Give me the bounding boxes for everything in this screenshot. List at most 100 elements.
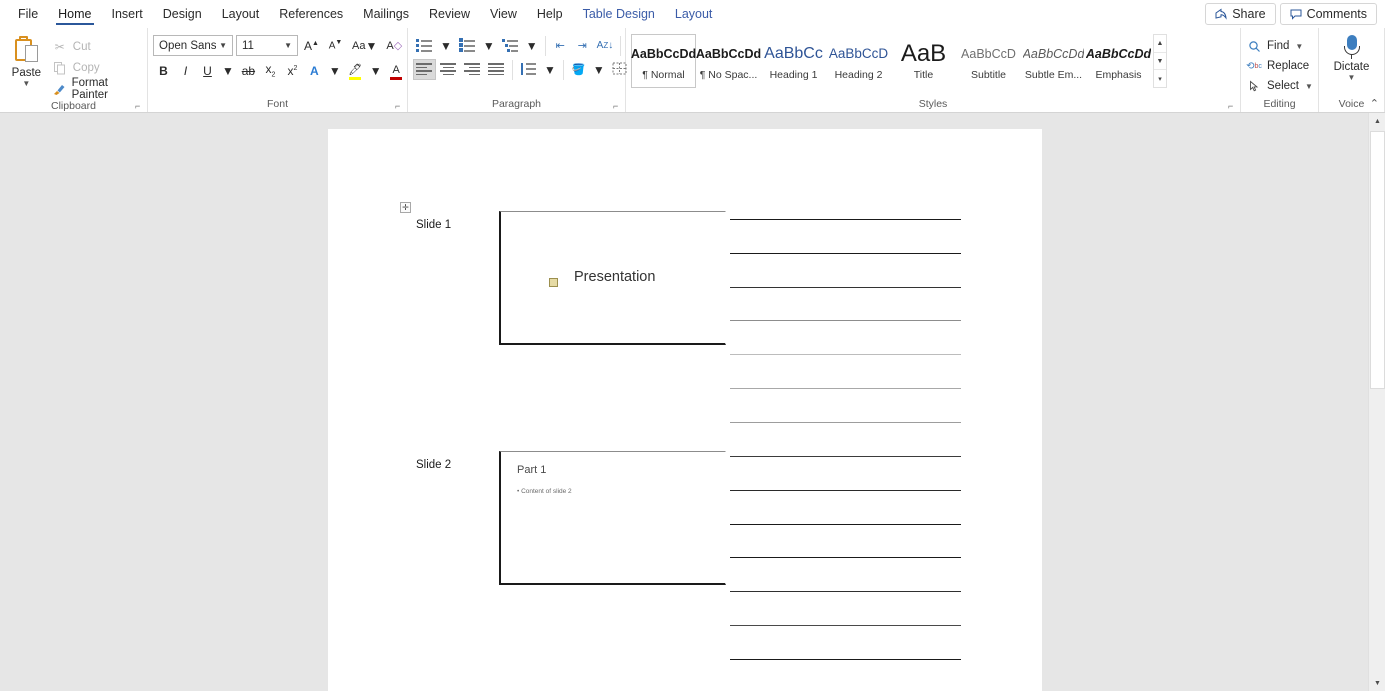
line-spacing-chevron-down-icon[interactable]: ▼ [541,59,559,80]
vertical-scrollbar[interactable]: ▲ ▼ [1368,113,1385,691]
note-line[interactable] [730,253,961,254]
paste-chevron-down-icon[interactable]: ▼ [22,80,30,88]
tab-home[interactable]: Home [48,0,101,28]
collapse-ribbon-icon[interactable]: ⌃ [1370,97,1379,110]
paragraph-dialog-launcher-icon[interactable]: ⌐ [613,101,623,111]
text-effects-button[interactable]: A [304,60,325,81]
styles-gallery-scrollbar[interactable]: ▲ ▼ ▾ [1153,34,1167,88]
font-name-combobox[interactable]: Open Sans ▼ [153,35,233,56]
note-line[interactable] [730,591,961,592]
numbering-chevron-down-icon[interactable]: ▼ [480,35,498,56]
cut-button[interactable]: ✂ Cut [52,37,142,56]
styles-more-icon[interactable]: ▾ [1154,70,1166,87]
text-effects-chevron-down-icon[interactable]: ▼ [326,60,344,81]
share-button[interactable]: Share [1205,3,1275,25]
note-line[interactable] [730,354,961,355]
note-line[interactable] [730,287,961,288]
style-heading-1[interactable]: AaBbCc Heading 1 [761,34,826,88]
multilevel-list-button[interactable] [499,35,522,56]
table-move-handle-icon[interactable]: ✛ [400,202,411,213]
sort-button[interactable]: AZ↓ [594,35,617,56]
note-line[interactable] [730,456,961,457]
tab-review[interactable]: Review [419,0,480,28]
tab-references[interactable]: References [269,0,353,28]
shrink-font-button[interactable]: A▼ [325,35,346,56]
bold-button[interactable]: B [153,60,174,81]
decrease-indent-button[interactable]: ⇤ [550,35,571,56]
superscript-button[interactable]: x2 [282,60,303,81]
paste-button[interactable]: Paste ▼ [5,34,48,98]
style-emphasis[interactable]: AaBbCcDd Emphasis [1086,34,1151,88]
note-line[interactable] [730,388,961,389]
style-normal[interactable]: AaBbCcDd ¶ Normal [631,34,696,88]
note-line[interactable] [730,422,961,423]
align-right-button[interactable] [461,59,484,80]
tab-table-layout[interactable]: Layout [665,0,723,28]
tab-table-design[interactable]: Table Design [573,0,665,28]
vertical-scroll-thumb[interactable] [1370,131,1385,389]
tab-help[interactable]: Help [527,0,573,28]
font-size-combobox[interactable]: 11 ▼ [236,35,298,56]
scroll-down-icon[interactable]: ▼ [1154,53,1166,71]
find-button[interactable]: Find ▼ [1246,36,1303,56]
style-subtitle[interactable]: AaBbCcD Subtitle [956,34,1021,88]
bullets-chevron-down-icon[interactable]: ▼ [437,35,455,56]
scroll-up-arrow-icon[interactable]: ▲ [1369,113,1385,130]
numbering-button[interactable] [456,35,479,56]
tab-file[interactable]: File [8,0,48,28]
dictate-chevron-down-icon[interactable]: ▼ [1348,74,1356,82]
select-button[interactable]: Select ▼ [1246,76,1313,96]
font-color-button[interactable]: A [386,60,407,81]
clipboard-dialog-launcher-icon[interactable]: ⌐ [135,101,145,111]
note-line[interactable] [730,524,961,525]
tab-layout[interactable]: Layout [212,0,270,28]
text-highlight-button[interactable]: 🖊 [345,60,366,81]
style-heading-2[interactable]: AaBbCcD Heading 2 [826,34,891,88]
highlight-chevron-down-icon[interactable]: ▼ [367,60,385,81]
note-line[interactable] [730,219,961,220]
style-subtle-emphasis[interactable]: AaBbCcDd Subtle Em... [1021,34,1086,88]
style-no-spacing[interactable]: AaBbCcDd ¶ No Spac... [696,34,761,88]
multilevel-chevron-down-icon[interactable]: ▼ [523,35,541,56]
font-dialog-launcher-icon[interactable]: ⌐ [395,101,405,111]
tab-mailings[interactable]: Mailings [353,0,419,28]
strikethrough-button[interactable]: ab [238,60,259,81]
change-case-button[interactable]: Aa ▼ [349,35,380,56]
increase-indent-button[interactable]: ⇥ [572,35,593,56]
tab-view[interactable]: View [480,0,527,28]
shading-chevron-down-icon[interactable]: ▼ [590,59,608,80]
scroll-up-icon[interactable]: ▲ [1154,35,1166,53]
align-left-button[interactable] [413,59,436,80]
document-page[interactable]: ✛ Slide 1 Presentation Slide 2 Part 1 • … [328,129,1042,691]
underline-chevron-down-icon[interactable]: ▼ [219,60,237,81]
underline-button[interactable]: U [197,60,218,81]
note-line[interactable] [730,557,961,558]
note-line[interactable] [730,490,961,491]
scroll-down-arrow-icon[interactable]: ▼ [1369,675,1385,691]
select-chevron-down-icon[interactable]: ▼ [1305,82,1313,91]
slide-2-thumbnail[interactable]: Part 1 • Content of slide 2 [499,451,726,585]
slide-1-thumbnail[interactable]: Presentation [499,211,726,345]
styles-dialog-launcher-icon[interactable]: ⌐ [1228,101,1238,111]
justify-button[interactable] [485,59,508,80]
shading-button[interactable]: 🪣 [568,59,589,80]
dictate-button[interactable]: Dictate ▼ [1324,32,1379,82]
clear-formatting-button[interactable]: A◇ [383,35,405,56]
copy-button[interactable]: Copy [52,58,142,77]
tab-design[interactable]: Design [153,0,212,28]
note-line[interactable] [730,625,961,626]
line-spacing-button[interactable] [517,59,540,80]
italic-button[interactable]: I [175,60,196,81]
bullets-button[interactable] [413,35,436,56]
grow-font-button[interactable]: A▲ [301,35,322,56]
replace-button[interactable]: ⟲bc Replace [1246,56,1309,76]
comments-button[interactable]: Comments [1280,3,1377,25]
subscript-button[interactable]: x2 [260,60,281,81]
note-line[interactable] [730,659,961,660]
style-title[interactable]: AaB Title [891,34,956,88]
note-line[interactable] [730,320,961,321]
format-painter-button[interactable]: Format Painter [52,79,142,98]
align-center-button[interactable] [437,59,460,80]
find-chevron-down-icon[interactable]: ▼ [1295,42,1303,51]
tab-insert[interactable]: Insert [102,0,153,28]
